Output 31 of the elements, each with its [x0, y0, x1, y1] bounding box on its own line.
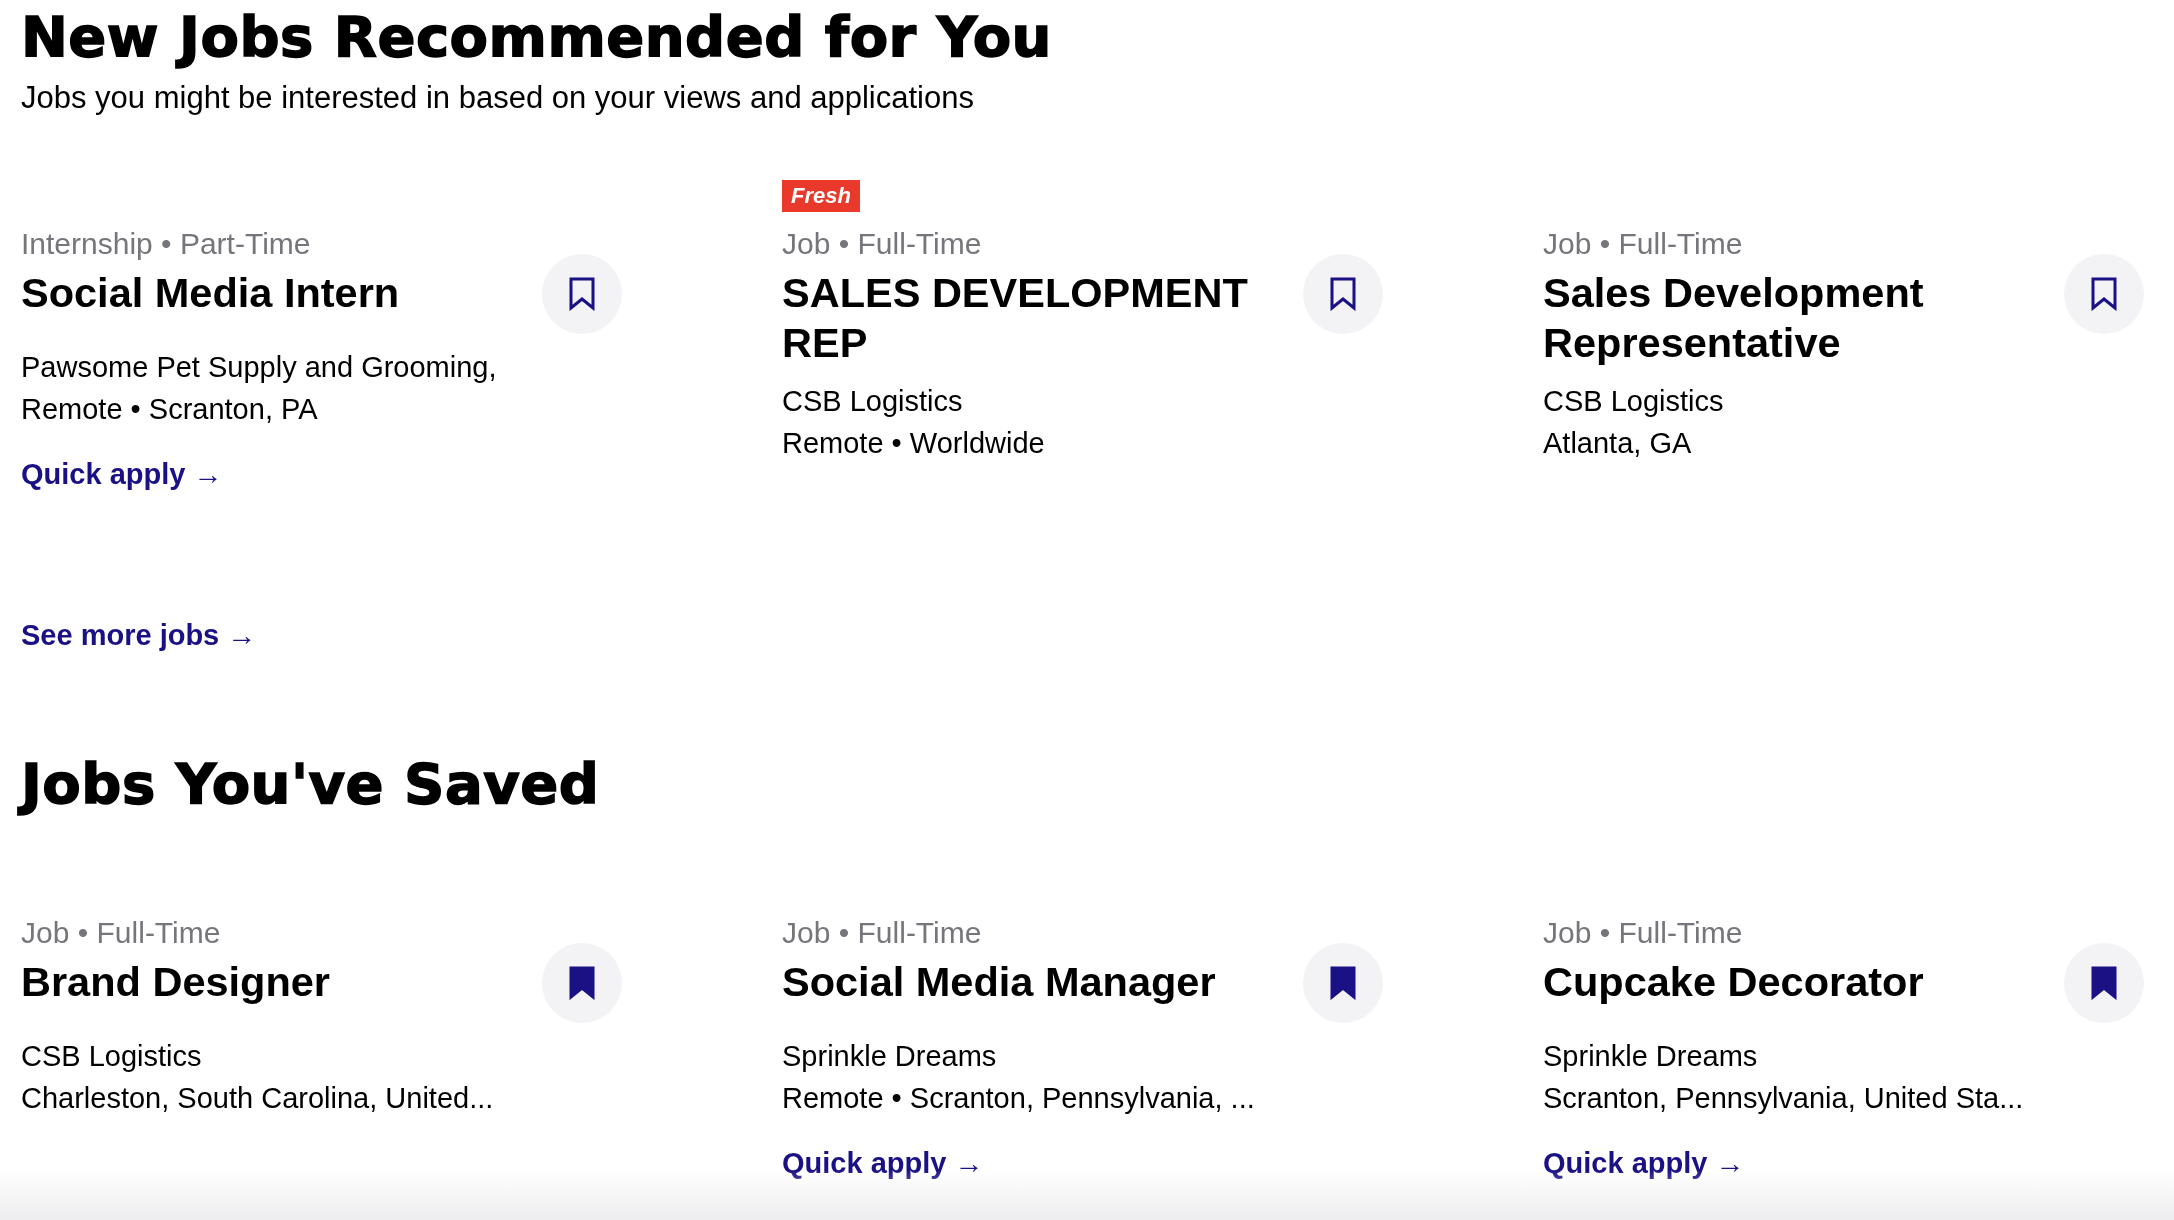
company-name: Pawsome Pet Supply and Grooming, [21, 350, 497, 385]
job-location: Remote • Scranton, Pennsylvania, ... [782, 1081, 1255, 1116]
quick-apply-link[interactable]: Quick apply → [21, 456, 223, 492]
job-title: Sales Development Representative [1543, 268, 1925, 368]
job-title: Social Media Manager [782, 957, 1216, 1007]
company-name: CSB Logistics [1543, 384, 1724, 419]
job-type: Job • Full-Time [782, 226, 982, 262]
company-name: Sprinkle Dreams [1543, 1039, 1758, 1074]
fresh-badge: Fresh [782, 180, 860, 212]
job-type: Job • Full-Time [782, 915, 982, 951]
job-location: Atlanta, GA [1543, 426, 1692, 461]
job-location: Remote • Scranton, PA [21, 392, 318, 427]
job-location: Remote • Worldwide [782, 426, 1045, 461]
job-location: Charleston, South Carolina, United... [21, 1081, 494, 1116]
job-type: Internship • Part-Time [21, 226, 311, 262]
job-title: Brand Designer [21, 957, 331, 1007]
see-more-link[interactable]: See more jobs → [21, 617, 257, 653]
job-type: Job • Full-Time [1543, 226, 1743, 262]
job-title: SALES DEVELOPMENT REP [782, 268, 1249, 368]
section-subtitle: Jobs you might be interested in based on your views and applications [21, 80, 974, 116]
section-title: New Jobs Recommended for You [21, 3, 1052, 71]
company-name: CSB Logistics [782, 384, 963, 419]
quick-apply-link[interactable]: Quick apply → [1543, 1145, 1745, 1181]
job-type: Job • Full-Time [1543, 915, 1743, 951]
company-name: Sprinkle Dreams [782, 1039, 997, 1074]
company-name: CSB Logistics [21, 1039, 202, 1074]
job-title: Cupcake Decorator [1543, 957, 1924, 1007]
quick-apply-link[interactable]: Quick apply → [782, 1145, 984, 1181]
job-title: Social Media Intern [21, 268, 400, 318]
job-location: Scranton, Pennsylvania, United Sta... [1543, 1081, 2024, 1116]
job-type: Job • Full-Time [21, 915, 221, 951]
